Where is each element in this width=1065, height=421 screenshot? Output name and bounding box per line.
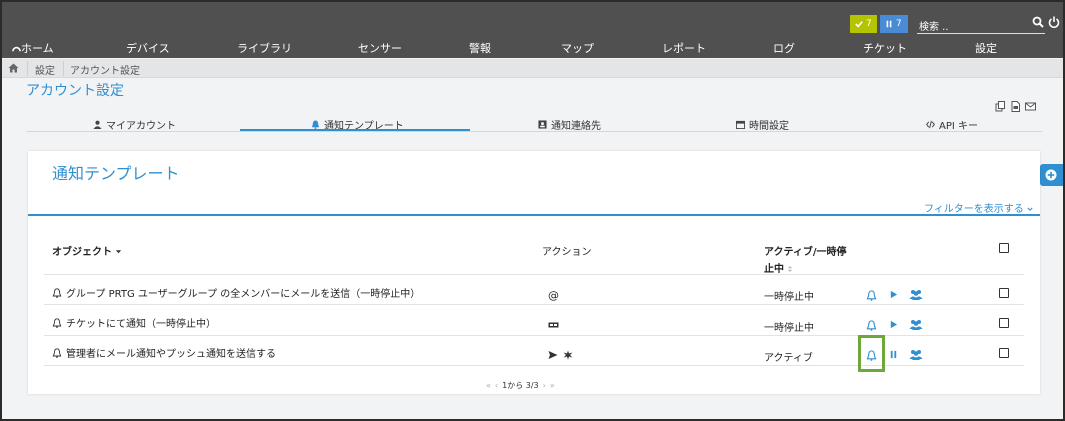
bell-outline-icon [52, 317, 62, 328]
pause-button-icon[interactable] [889, 350, 898, 359]
first-page-icon[interactable]: « [486, 381, 491, 390]
page-title: アカウント設定 [26, 83, 124, 99]
breadcrumb-divider [63, 61, 64, 76]
column-header-status[interactable]: アクティブ/一時停 止中 [764, 243, 847, 275]
tab-notification-contacts[interactable]: 通知連絡先 [538, 117, 601, 132]
sort-desc-icon [116, 250, 122, 254]
tab-schedules[interactable]: 時間設定 [736, 117, 789, 132]
chevron-down-icon [1027, 207, 1033, 211]
plus-circle-icon [1045, 169, 1057, 181]
sort-icon [788, 266, 793, 272]
test-notification-bell-icon[interactable] [866, 320, 877, 331]
paused-sensors-badge[interactable]: 7 [880, 15, 908, 33]
ok-count: 7 [866, 19, 872, 29]
email-icon[interactable] [1025, 101, 1036, 112]
used-by-users-icon[interactable] [909, 289, 923, 300]
nav-item-home[interactable]: ホーム [12, 42, 54, 58]
check-icon [855, 21, 863, 28]
highlight-box [858, 335, 885, 372]
pdf-icon[interactable] [1010, 101, 1021, 112]
prev-page-icon[interactable]: ‹ [495, 381, 498, 390]
used-by-users-icon[interactable] [909, 349, 923, 360]
test-notification-bell-icon[interactable] [866, 290, 877, 301]
prtg-logo-icon [12, 46, 21, 52]
logout-power-icon[interactable] [1048, 16, 1060, 28]
table-divider [44, 274, 1024, 275]
row-checkbox[interactable] [999, 318, 1009, 328]
table-row-object[interactable]: グループ PRTG ユーザーグループ の全メンバーにメールを送信（一時停止中） [52, 285, 420, 300]
resume-play-icon[interactable] [889, 290, 898, 299]
pause-icon [886, 20, 892, 28]
last-page-icon[interactable]: » [550, 381, 555, 390]
clone-icon[interactable] [995, 101, 1006, 112]
panel-title: 通知テンプレート [52, 164, 180, 183]
show-filter-link[interactable]: フィルターを表示する [924, 200, 1033, 215]
search-icon[interactable] [1032, 16, 1044, 28]
action-email-at: @ [548, 289, 559, 302]
row-checkbox[interactable] [999, 348, 1009, 358]
ticket-icon [548, 322, 559, 328]
settings-tabs: マイアカウント 通知テンプレート 通知連絡先 時間設定 API キー [26, 114, 1042, 132]
calendar-icon [736, 120, 745, 129]
resume-play-icon[interactable] [889, 320, 898, 329]
table-divider [44, 304, 1024, 305]
nav-item-sensors[interactable]: センサー [358, 42, 402, 58]
main-nav: ホーム デバイス ライブラリ センサー 警報 マップ レポート ログ チケット … [2, 42, 1063, 58]
column-header-object[interactable]: オブジェクト [52, 243, 122, 258]
search-input[interactable]: 検索 .. [917, 14, 1045, 34]
used-by-users-icon[interactable] [909, 319, 923, 330]
table-row-object[interactable]: チケットにて通知（一時停止中） [52, 315, 216, 330]
nav-item-libraries[interactable]: ライブラリ [237, 42, 292, 58]
row-status: 一時停止中 [764, 323, 814, 334]
breadcrumb: 設定 アカウント設定 [2, 59, 1063, 78]
nav-item-setup[interactable]: 設定 [975, 42, 997, 58]
breadcrumb-account-settings[interactable]: アカウント設定 [70, 62, 140, 77]
ok-sensors-badge[interactable]: 7 [850, 15, 877, 33]
code-icon [926, 120, 935, 129]
nav-item-logs[interactable]: ログ [773, 42, 795, 58]
page-actions [995, 101, 1036, 112]
bell-outline-icon [52, 287, 62, 298]
send-email-icon [548, 351, 558, 359]
tab-api-keys[interactable]: API キー [926, 117, 978, 132]
home-icon[interactable] [8, 63, 19, 73]
panel-divider [28, 214, 1040, 216]
select-all-checkbox[interactable] [999, 243, 1009, 253]
tab-my-account[interactable]: マイアカウント [93, 117, 176, 132]
templates-panel: 通知テンプレート フィルターを表示する オブジェクト アクション アクティブ/一… [28, 151, 1040, 394]
nav-item-devices[interactable]: デバイス [126, 42, 170, 58]
paused-count: 7 [896, 19, 902, 29]
contact-card-icon [538, 120, 547, 129]
add-template-button[interactable] [1040, 164, 1063, 186]
column-header-action: アクション [542, 247, 592, 258]
next-page-icon[interactable]: › [543, 381, 546, 390]
breadcrumb-divider [27, 61, 28, 76]
row-status: 一時停止中 [764, 292, 814, 303]
top-bar: 7 7 検索 .. [2, 2, 1063, 42]
row-checkbox[interactable] [999, 288, 1009, 298]
table-row-object[interactable]: 管理者にメール通知やプッシュ通知を送信する [52, 345, 276, 360]
nav-item-reports[interactable]: レポート [662, 42, 706, 58]
bell-icon [311, 120, 320, 129]
active-tab-indicator [240, 129, 470, 131]
search-placeholder: 検索 .. [919, 22, 949, 33]
breadcrumb-setup[interactable]: 設定 [35, 62, 55, 77]
user-icon [93, 120, 102, 129]
prtg-window: 7 7 検索 .. ホーム デバイス ライブラリ センサー 警報 マップ レポー… [0, 0, 1065, 421]
nav-item-alarms[interactable]: 警報 [469, 42, 491, 58]
pagination: « ‹ 1から 3/3 › » [486, 380, 555, 391]
nav-item-maps[interactable]: マップ [561, 42, 594, 58]
row-status: アクティブ [764, 353, 813, 364]
page-info: 1から 3/3 [502, 381, 539, 390]
bell-outline-icon [52, 347, 62, 358]
nav-item-tickets[interactable]: チケット [863, 42, 907, 58]
push-notification-icon [563, 350, 573, 360]
